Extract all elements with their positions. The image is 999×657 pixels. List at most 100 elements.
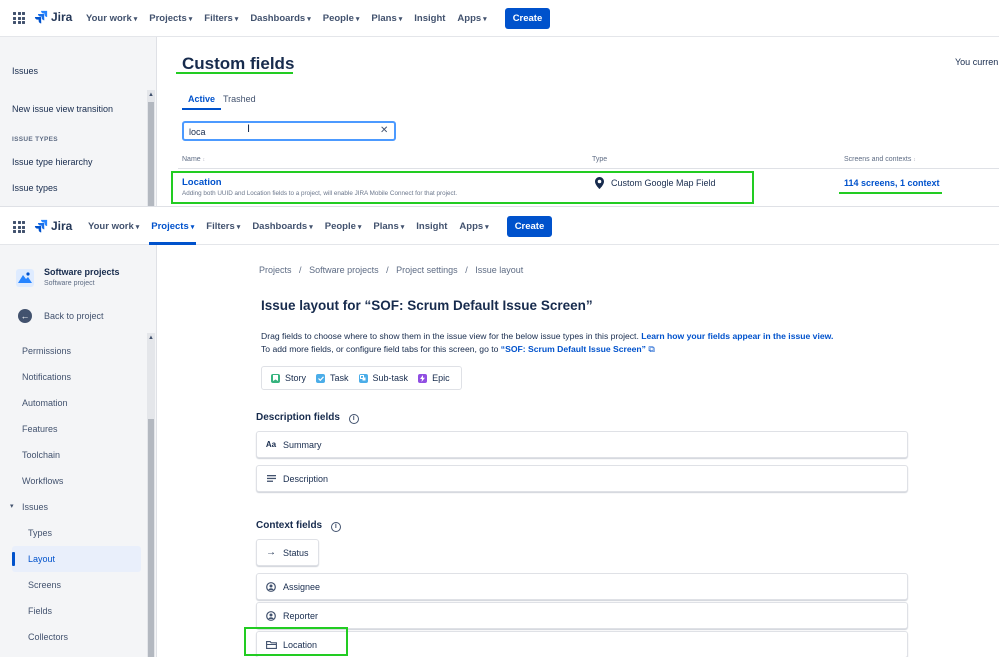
search-input[interactable]: loca I ✕ (182, 121, 396, 141)
breadcrumb-software-projects[interactable]: Software projects (309, 265, 379, 275)
screen-config-link[interactable]: “SOF: Scrum Default Issue Screen” (501, 344, 646, 354)
field-status[interactable]: → Status (256, 539, 319, 566)
sidebar-item-types[interactable]: Types (28, 528, 52, 538)
epic-icon (418, 373, 428, 383)
info-icon[interactable]: i (330, 522, 341, 532)
column-header-screens[interactable]: Screens and contexts ↕ (844, 156, 916, 163)
breadcrumb-project-settings[interactable]: Project settings (396, 265, 458, 275)
field-reporter[interactable]: Reporter (256, 602, 908, 629)
app-switcher-icon[interactable] (13, 12, 25, 24)
jira-logo-icon (34, 10, 48, 24)
nav-plans[interactable]: Plans ▾ (365, 0, 408, 37)
nav-label: People (324, 220, 356, 232)
breadcrumb-issue-layout[interactable]: Issue layout (475, 265, 523, 275)
nav-insight[interactable]: Insight (408, 0, 451, 37)
jira-logo[interactable]: Jira (34, 10, 72, 24)
issue-type-task: Task (316, 373, 349, 383)
sidebar-scrollbar[interactable]: ▲ (147, 333, 155, 657)
nav-label: Plans (371, 13, 397, 24)
column-header-name[interactable]: Name ↕ (182, 156, 205, 163)
sidebar-item-collectors[interactable]: Collectors (28, 632, 68, 642)
highlight-box (244, 627, 348, 656)
chevron-down-icon[interactable]: ▾ (10, 502, 14, 510)
chevron-down-icon: ▾ (307, 16, 311, 23)
sidebar-item-screens[interactable]: Screens (28, 580, 61, 590)
nav-people[interactable]: People ▾ (317, 0, 366, 37)
issue-type-label: Sub-task (372, 373, 409, 383)
chevron-down-icon: ▾ (357, 223, 362, 231)
create-button[interactable]: Create (504, 8, 551, 29)
scroll-up-icon[interactable]: ▲ (148, 92, 154, 98)
page-title: Issue layout for “SOF: Scrum Default Iss… (261, 298, 593, 313)
sidebar-item-fields[interactable]: Fields (28, 606, 52, 616)
nav-filters[interactable]: Filters ▾ (198, 0, 244, 37)
nav-insight[interactable]: Insight (410, 208, 453, 245)
breadcrumb-projects[interactable]: Projects (259, 265, 292, 275)
description-fields-heading: Description fields i (256, 412, 359, 424)
scrollbar-thumb[interactable] (148, 102, 154, 206)
tab-trashed[interactable]: Trashed (223, 90, 256, 108)
sidebar-item-automation[interactable]: Automation (22, 398, 68, 408)
sidebar-item-permissions[interactable]: Permissions (22, 346, 71, 356)
field-label: Summary (283, 439, 322, 450)
nav-projects[interactable]: Projects ▾ (145, 208, 200, 245)
sidebar-item-issue-type-hierarchy[interactable]: Issue type hierarchy (12, 157, 93, 167)
nav-label: People (322, 13, 354, 24)
chevron-down-icon: ▾ (400, 223, 405, 231)
sidebar-item-layout[interactable]: Layout (28, 554, 55, 564)
nav-projects[interactable]: Projects ▾ (143, 0, 198, 37)
user-icon (265, 610, 277, 621)
nav-plans[interactable]: Plans ▾ (367, 208, 410, 245)
sidebar-item-new-issue-view[interactable]: New issue view transition (12, 104, 113, 114)
field-label: Status (283, 547, 309, 558)
jira-logo-text: Jira (51, 219, 73, 233)
nav-your-work[interactable]: Your work ▾ (80, 0, 143, 37)
task-icon (316, 373, 326, 383)
create-button[interactable]: Create (506, 215, 553, 237)
jira-logo[interactable]: Jira (34, 219, 72, 233)
top-navigation: Jira Your work ▾ Projects ▾ Filters ▾ Dashb… (0, 207, 999, 245)
top-menu: Your work ▾ Projects ▾ Filters ▾ Dashboards… (80, 0, 551, 37)
app-switcher-icon[interactable] (13, 221, 25, 233)
nav-apps[interactable]: Apps ▾ (453, 208, 494, 245)
field-summary[interactable]: Aa Summary (256, 431, 908, 458)
highlight-box (171, 171, 754, 204)
back-to-project-link[interactable]: Back to project (44, 311, 104, 321)
back-arrow-icon[interactable]: ← (18, 309, 32, 323)
chevron-down-icon: ▾ (236, 223, 241, 231)
sidebar-item-issues[interactable]: Issues (12, 66, 38, 76)
scrollbar-thumb[interactable] (148, 419, 154, 657)
sidebar-section-issue-types: ISSUE TYPES (12, 136, 58, 143)
project-name[interactable]: Software projects (44, 267, 120, 277)
search-value: loca (189, 127, 206, 137)
nav-filters[interactable]: Filters ▾ (200, 208, 246, 245)
issue-type-label: Story (285, 373, 307, 383)
issue-type-label: Task (330, 373, 349, 383)
sidebar-item-features[interactable]: Features (22, 424, 58, 434)
learn-fields-link[interactable]: Learn how your fields appear in the issu… (641, 331, 833, 341)
nav-your-work[interactable]: Your work ▾ (82, 208, 145, 245)
scroll-up-icon[interactable]: ▲ (148, 335, 154, 341)
chevron-down-icon: ▾ (188, 16, 193, 23)
nav-dashboards[interactable]: Dashboards ▾ (246, 208, 318, 245)
sidebar-item-issue-types[interactable]: Issue types (12, 183, 58, 193)
field-description[interactable]: Description (256, 465, 908, 492)
screens-contexts-link[interactable]: 114 screens, 1 context (844, 178, 940, 188)
sidebar-item-toolchain[interactable]: Toolchain (22, 450, 60, 460)
info-icon[interactable]: i (348, 414, 359, 424)
tab-active[interactable]: Active (182, 90, 222, 110)
sidebar-scrollbar[interactable]: ▲ (147, 90, 155, 206)
field-location[interactable]: Location (256, 631, 908, 657)
clear-icon[interactable]: ✕ (380, 125, 388, 136)
nav-people[interactable]: People ▾ (319, 208, 368, 245)
external-link-icon[interactable]: ⧉ (648, 344, 654, 354)
issue-type-label: Epic (432, 373, 450, 383)
nav-apps[interactable]: Apps ▾ (451, 0, 492, 37)
sidebar-item-notifications[interactable]: Notifications (22, 372, 71, 382)
sidebar-item-workflows[interactable]: Workflows (22, 476, 63, 486)
project-avatar (16, 269, 34, 287)
nav-label: Filters (204, 13, 233, 24)
nav-dashboards[interactable]: Dashboards ▾ (244, 0, 316, 37)
sidebar-item-issues[interactable]: Issues (22, 502, 48, 512)
field-assignee[interactable]: Assignee (256, 573, 908, 600)
